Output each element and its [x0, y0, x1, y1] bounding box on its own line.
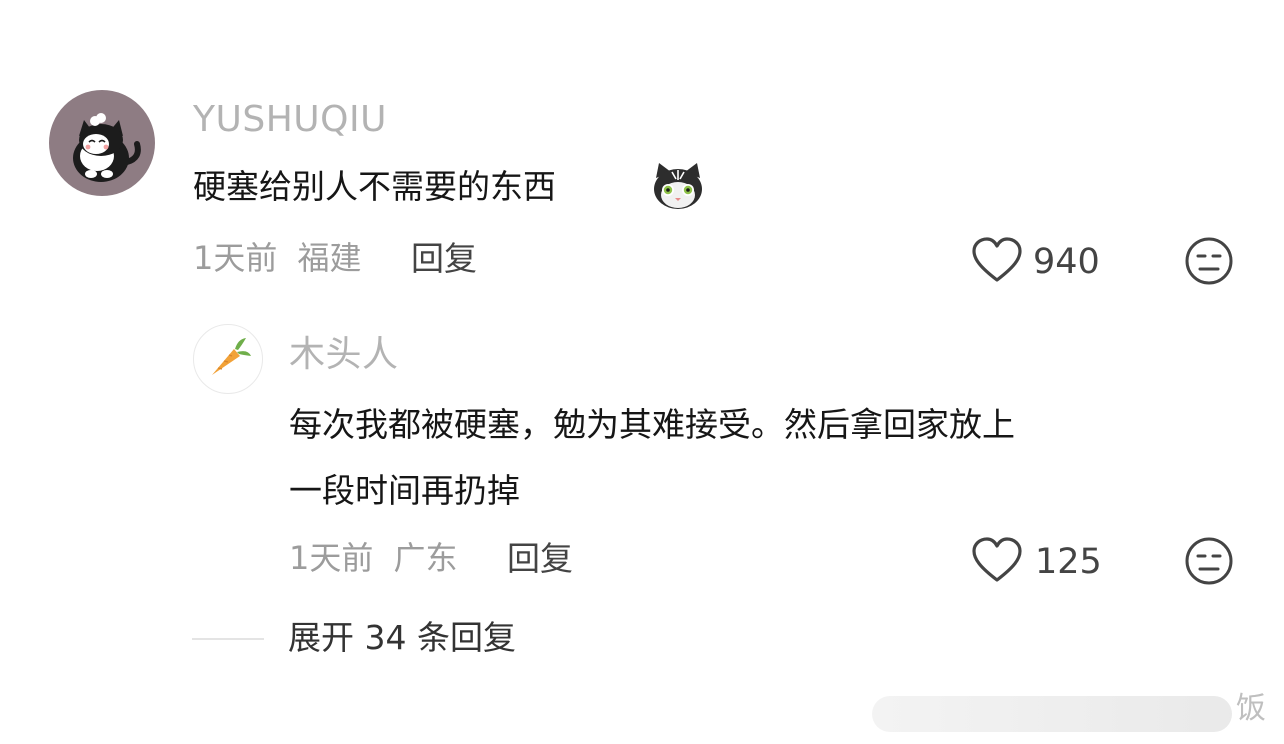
username[interactable]: 木头人	[289, 337, 399, 373]
expand-divider	[192, 638, 264, 640]
carrot-avatar-icon	[212, 338, 251, 375]
comment-time: 1天前	[289, 539, 374, 577]
comment-text: 每次我都被硬塞，勉为其难接受。然后拿回家放上 一段时间再扔掉	[289, 392, 1015, 524]
comment-location: 福建	[297, 239, 362, 277]
comment-time: 1天前	[193, 239, 278, 277]
username[interactable]: YUSHUQIU	[193, 102, 387, 138]
comment-text-line: 一段时间再扔掉	[289, 471, 520, 510]
like-button[interactable]	[970, 236, 1024, 286]
reply-button[interactable]: 回复	[411, 242, 477, 275]
reply-button[interactable]: 回复	[507, 542, 573, 575]
heart-outline-icon	[972, 537, 1022, 582]
comment-meta: 1天前 福建	[193, 242, 362, 274]
like-count: 940	[1033, 242, 1100, 282]
heart-outline-icon	[972, 237, 1022, 282]
meh-face-icon	[1185, 237, 1233, 285]
cat-face-emoji-icon	[650, 160, 706, 212]
comment-text-line: 每次我都被硬塞，勉为其难接受。然后拿回家放上	[289, 405, 1015, 444]
comment-location: 广东	[393, 539, 458, 577]
dislike-button[interactable]	[1184, 536, 1234, 586]
cat-avatar-icon	[73, 113, 141, 182]
like-button[interactable]	[970, 536, 1024, 586]
meh-face-icon	[1185, 537, 1233, 585]
comment-meta: 1天前 广东	[289, 542, 458, 574]
dislike-button[interactable]	[1184, 236, 1234, 286]
watermark	[872, 696, 1232, 732]
watermark-text: 饭	[1236, 691, 1266, 726]
comment-text-line: 硬塞给别人不需要的东西	[193, 167, 556, 206]
like-count: 125	[1035, 542, 1102, 582]
avatar[interactable]	[49, 90, 155, 196]
expand-replies-button[interactable]: 展开 34 条回复	[288, 621, 516, 654]
comment-text: 硬塞给别人不需要的东西	[193, 154, 556, 220]
avatar[interactable]	[193, 324, 263, 394]
